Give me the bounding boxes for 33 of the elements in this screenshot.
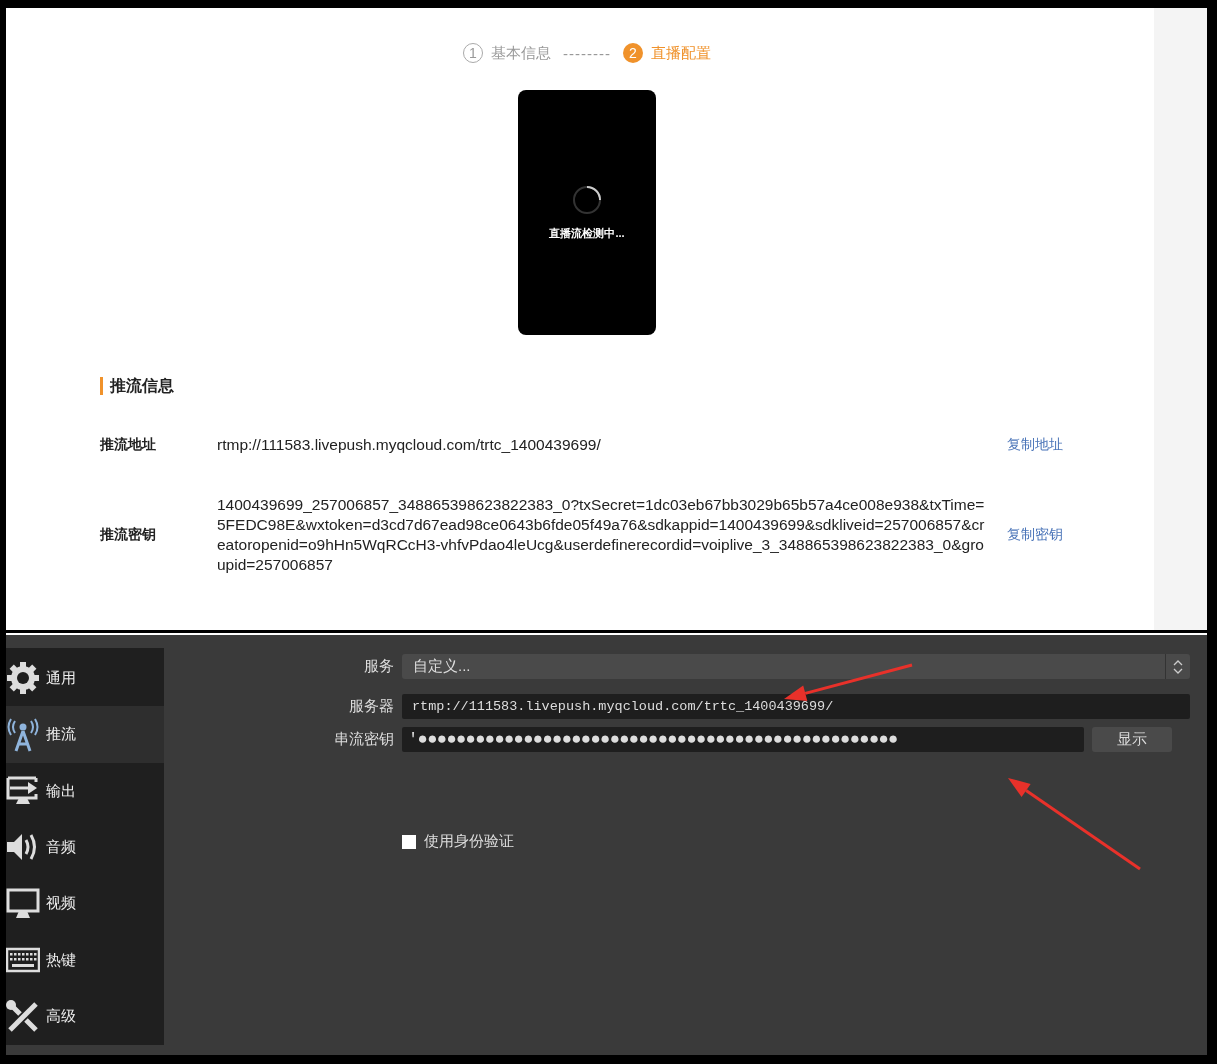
field-label: 串流密钥 xyxy=(333,730,394,749)
section-title: 推流信息 xyxy=(100,377,174,395)
loading-spinner-icon xyxy=(571,184,603,216)
step-connector: -------- xyxy=(563,44,611,62)
sidebar-item[interactable]: 视频 xyxy=(6,875,164,933)
step-label: 直播配置 xyxy=(651,43,711,63)
copy-link[interactable]: 复制密钥 xyxy=(1007,526,1154,544)
sidebar-item[interactable]: 音频 xyxy=(6,819,164,876)
stream-key-field[interactable]: '●●●●●●●●●●●●●●●●●●●●●●●●●●●●●●●●●●●●●●●●●●●●●●●●●● xyxy=(402,727,1084,752)
spinner-arrows-icon xyxy=(1173,659,1183,674)
field-value: 1400439699_257006857_348865398623822383_0?txSecret=1dc03eb67bb3029b65b57a4ce008e938&txTime=5FEDC98E&wxtoken=d3cd7d67ead98ce0643b6fde05f49a76&sdkappid=1400439699&sdkliveid=257006857&creatoropenid=o9hHn5WqRCcH3-vhfvPdao4leUcg&userdefinerecordid=voiplive_3_348865398623822383_0&groupid=257006857 xyxy=(217,495,986,575)
field-label: 推流地址 xyxy=(100,436,157,454)
step-number: 2 xyxy=(623,43,643,63)
monitor-icon xyxy=(6,886,40,921)
checkbox-label: 使用身份验证 xyxy=(424,832,514,851)
field-value: rtmp://111583.livepush.myqcloud.com/trtc_1400439699/ xyxy=(217,435,602,455)
service-dropdown[interactable]: 自定义... xyxy=(402,654,1190,679)
copy-link[interactable]: 复制地址 xyxy=(1007,436,1154,454)
show-button[interactable]: 显示 xyxy=(1092,727,1172,752)
status-text: 直播流检测中... xyxy=(549,226,625,241)
server-field[interactable]: rtmp://111583.livepush.myqcloud.com/trtc_1400439699/ xyxy=(402,694,1190,719)
checkbox[interactable] xyxy=(402,834,416,849)
sidebar-item[interactable]: 推流 xyxy=(6,706,164,763)
sidebar-item[interactable]: 热键 xyxy=(6,932,164,989)
sidebar-item[interactable]: 高级 xyxy=(6,988,164,1045)
sidebar-item[interactable]: 输出 xyxy=(6,762,164,820)
antenna-icon xyxy=(6,717,40,752)
field-label: 服务 xyxy=(363,657,394,676)
step-label: 基本信息 xyxy=(491,43,551,63)
field-label: 推流密钥 xyxy=(100,526,157,544)
sidebar-item[interactable]: 通用 xyxy=(6,650,164,707)
tools-icon xyxy=(6,999,40,1034)
field-label: 服务器 xyxy=(348,697,394,716)
